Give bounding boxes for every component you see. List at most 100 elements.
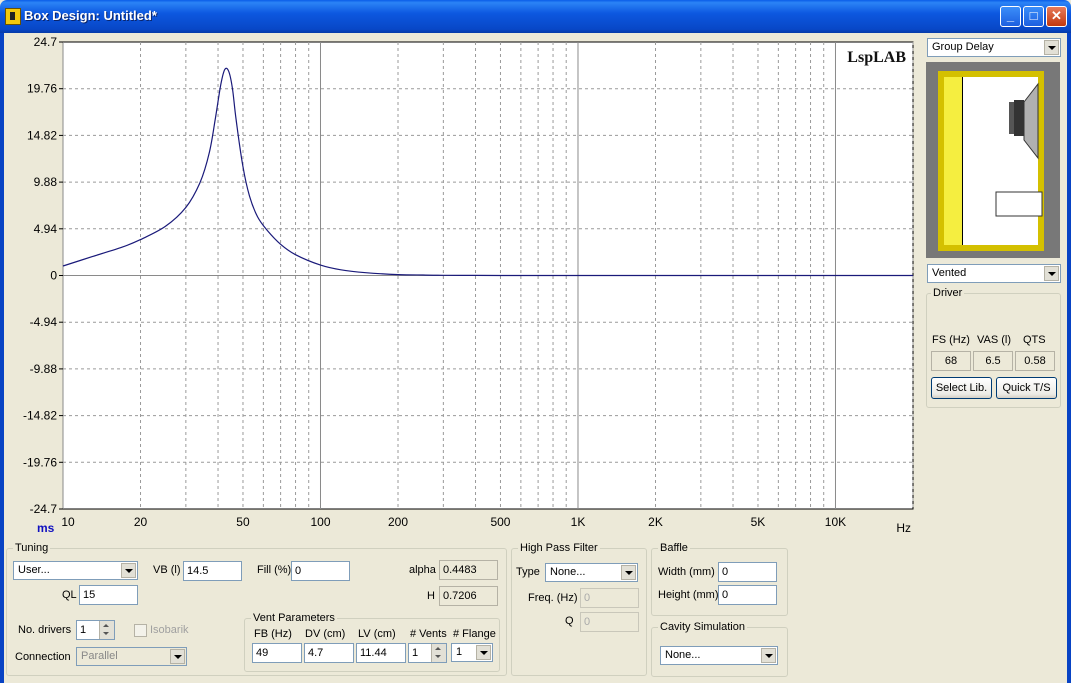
flange-select[interactable]: 1 <box>451 643 493 662</box>
chevron-down-icon[interactable] <box>1044 40 1059 55</box>
x-tick-label: 2K <box>648 515 663 529</box>
baffle-height-label: Height (mm) <box>658 589 719 601</box>
chevron-down-icon[interactable] <box>121 563 136 578</box>
cavity-select[interactable]: None... <box>660 646 778 665</box>
y-tick-label: -19.76 <box>23 455 57 469</box>
connection-select[interactable]: Parallel <box>76 647 187 666</box>
chevron-down-icon[interactable] <box>1044 266 1059 281</box>
fill-input[interactable]: 0 <box>291 561 350 581</box>
drivers-spinner-icon[interactable] <box>99 621 114 639</box>
title-bar[interactable] <box>0 0 1071 33</box>
box-illustration <box>926 62 1060 258</box>
fb-input[interactable]: 49 <box>252 643 302 663</box>
isobarik-label: Isobarik <box>150 624 189 636</box>
vent-group-title: Vent Parameters <box>251 612 337 624</box>
window-frame-right <box>1067 33 1071 683</box>
hpf-type-select[interactable]: None... <box>545 563 638 582</box>
drivers-input[interactable]: 1 <box>76 620 115 640</box>
hpf-freq-label: Freq. (Hz) <box>528 592 578 604</box>
quick-ts-button[interactable]: Quick T/S <box>996 377 1057 399</box>
vents-value: 1 <box>412 647 419 659</box>
vas-value: 6.5 <box>973 351 1013 371</box>
minimize-button[interactable]: _ <box>1000 6 1021 27</box>
hpf-q-input[interactable]: 0 <box>580 612 639 632</box>
h-label: H <box>427 590 435 602</box>
driver-group-title: Driver <box>931 287 965 299</box>
y-tick-label: 24.7 <box>34 36 58 49</box>
vents-label: # Vents <box>410 628 447 640</box>
x-tick-label: 200 <box>388 515 408 529</box>
chevron-down-icon[interactable] <box>621 565 636 580</box>
drivers-label: No. drivers <box>18 624 72 636</box>
qts-label: QTS <box>1023 334 1046 346</box>
chart-canvas: 24.7 19.76 14.82 9.88 4.94 0 -4.94 -9.88 -14.82 -… <box>23 36 914 535</box>
hpf-q-label: Q <box>565 615 574 627</box>
flange-value: 1 <box>456 646 463 658</box>
tuning-group-title: Tuning <box>13 542 51 554</box>
y-tick-label: -14.82 <box>23 409 57 423</box>
y-unit-label: ms <box>37 521 55 535</box>
fs-value: 68 <box>931 351 971 371</box>
hpf-type-label: Type <box>516 566 540 578</box>
box-type-value: Vented <box>932 267 967 279</box>
connection-label: Connection <box>15 651 71 663</box>
vents-input[interactable]: 1 <box>408 643 447 663</box>
x-tick-label: 500 <box>490 515 510 529</box>
fs-label: FS (Hz) <box>932 334 970 346</box>
fill-label: Fill (%) <box>257 564 292 576</box>
chevron-down-icon[interactable] <box>761 648 776 663</box>
lv-label: LV (cm) <box>358 628 396 640</box>
y-tick-label: 9.88 <box>34 175 58 189</box>
chevron-down-icon[interactable] <box>170 649 185 664</box>
close-button[interactable]: ✕ <box>1046 6 1067 27</box>
drivers-value: 1 <box>80 624 87 636</box>
qts-value: 0.58 <box>1015 351 1055 371</box>
hpf-type-value: None... <box>550 566 586 578</box>
y-tick-label: 0 <box>50 269 57 283</box>
fb-label: FB (Hz) <box>254 628 292 640</box>
baffle-group-title: Baffle <box>658 542 690 554</box>
y-tick-label: 19.76 <box>27 82 57 96</box>
vents-spinner-icon[interactable] <box>431 644 446 662</box>
isobarik-checkbox[interactable] <box>134 624 147 637</box>
h-value: 0.7206 <box>439 586 498 606</box>
group-delay-chart[interactable]: 24.7 19.76 14.82 9.88 4.94 0 -4.94 -9.88 -14.82 -… <box>5 36 919 537</box>
y-tick-label: -9.88 <box>30 362 58 376</box>
dv-label: DV (cm) <box>305 628 346 640</box>
window-title: Box Design: Untitled* <box>24 8 157 23</box>
cavity-group-title: Cavity Simulation <box>658 621 747 633</box>
lv-input[interactable]: 11.44 <box>356 643 406 663</box>
box-type-select[interactable]: Vented <box>927 264 1061 283</box>
tuning-preset-value: User... <box>18 564 50 576</box>
alpha-value: 0.4483 <box>439 560 498 580</box>
graph-type-value: Group Delay <box>932 41 994 53</box>
x-tick-label: 10 <box>61 515 75 529</box>
x-tick-label: 20 <box>134 515 148 529</box>
maximize-button[interactable]: □ <box>1023 6 1044 27</box>
hpf-group-title: High Pass Filter <box>518 542 600 554</box>
tuning-preset-select[interactable]: User... <box>13 561 138 580</box>
chevron-down-icon[interactable] <box>476 645 491 660</box>
ql-input[interactable]: 15 <box>79 585 138 605</box>
cavity-value: None... <box>665 649 701 661</box>
x-tick-label: 1K <box>571 515 586 529</box>
ql-label: QL <box>62 589 77 601</box>
connection-value: Parallel <box>81 650 118 662</box>
vb-input[interactable]: 14.5 <box>183 561 242 581</box>
select-lib-button[interactable]: Select Lib. <box>931 377 992 399</box>
graph-type-select[interactable]: Group Delay <box>927 38 1061 57</box>
baffle-height-input[interactable]: 0 <box>718 585 777 605</box>
alpha-label: alpha <box>409 564 436 576</box>
y-tick-label: 4.94 <box>34 222 58 236</box>
dv-input[interactable]: 4.7 <box>304 643 354 663</box>
speaker-app-icon[interactable] <box>5 8 21 25</box>
baffle-width-input[interactable]: 0 <box>718 562 777 582</box>
hpf-freq-input[interactable]: 0 <box>580 588 639 608</box>
vb-label: VB (l) <box>153 564 181 576</box>
flange-label: # Flange <box>453 628 496 640</box>
window-frame-left <box>0 33 4 683</box>
baffle-group <box>651 548 788 616</box>
x-tick-label: 5K <box>751 515 766 529</box>
y-tick-label: -4.94 <box>30 315 58 329</box>
lsplab-watermark: LspLAB <box>847 49 906 66</box>
